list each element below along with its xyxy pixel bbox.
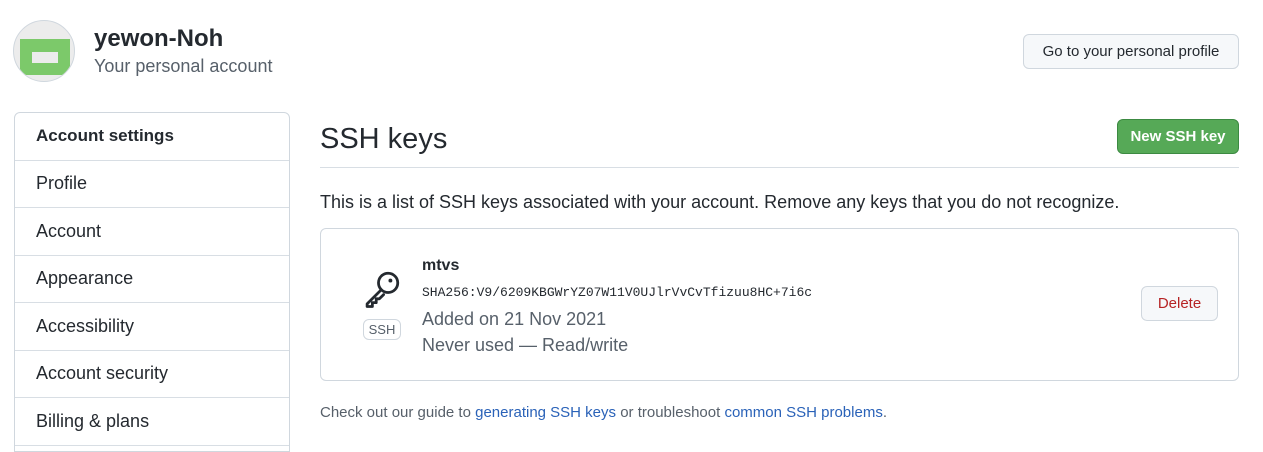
help-note-middle: or troubleshoot xyxy=(616,404,725,421)
sidebar-item-appearance[interactable]: Appearance xyxy=(15,256,289,303)
help-note-suffix: . xyxy=(882,404,887,421)
sidebar-heading: Account settings xyxy=(15,113,289,161)
key-usage-status: Never used — Read/write xyxy=(422,335,629,355)
sidebar-item-accessibility[interactable]: Accessibility xyxy=(15,303,289,351)
key-added-date: Added on 21 Nov 2021 xyxy=(422,309,607,329)
go-to-profile-button[interactable]: Go to your personal profile xyxy=(1023,34,1239,69)
sidebar-item-billing[interactable]: Billing & plans xyxy=(15,398,289,446)
key-fingerprint: SHA256:V9/6209KBGWrYZ07W11V0UJlrVvCvTfiz… xyxy=(422,285,813,300)
common-ssh-problems-link[interactable]: common SSH problems xyxy=(724,404,882,421)
help-note: Check out our guide to generating SSH ke… xyxy=(320,404,1239,421)
username[interactable]: yewon-Noh xyxy=(94,24,272,54)
main-content: SSH keys New SSH key This is a list of S… xyxy=(320,112,1239,421)
page-description: This is a list of SSH keys associated wi… xyxy=(320,192,1120,212)
page-header: SSH keys New SSH key xyxy=(320,112,1239,168)
sidebar-item-account[interactable]: Account xyxy=(15,208,289,256)
sidebar-item-profile[interactable]: Profile xyxy=(15,161,289,208)
account-header: yewon-Noh Your personal account xyxy=(13,20,272,82)
ssh-key-item: SSH mtvs SHA256:V9/6209KBGWrYZ07W11V0UJl… xyxy=(320,228,1239,381)
account-type-label: Your personal account xyxy=(94,56,273,76)
help-note-prefix: Check out our guide to xyxy=(320,404,476,421)
sidebar-item-account-security[interactable]: Account security xyxy=(15,351,289,398)
settings-sidebar: Account settings Profile Account Appeara… xyxy=(14,112,290,452)
page-title: SSH keys xyxy=(320,123,448,155)
key-icon xyxy=(365,271,400,308)
generating-ssh-keys-link[interactable]: generating SSH keys xyxy=(475,404,616,421)
key-title: mtvs xyxy=(422,257,460,274)
key-details: mtvs SHA256:V9/6209KBGWrYZ07W11V0UJlrVvC… xyxy=(422,256,812,358)
key-visual: SSH xyxy=(361,267,403,340)
avatar[interactable] xyxy=(13,20,75,82)
account-identity: yewon-Noh Your personal account xyxy=(94,24,272,78)
delete-key-button[interactable]: Delete xyxy=(1141,286,1218,321)
new-ssh-key-button[interactable]: New SSH key xyxy=(1117,118,1239,154)
ssh-badge: SSH xyxy=(362,319,402,340)
